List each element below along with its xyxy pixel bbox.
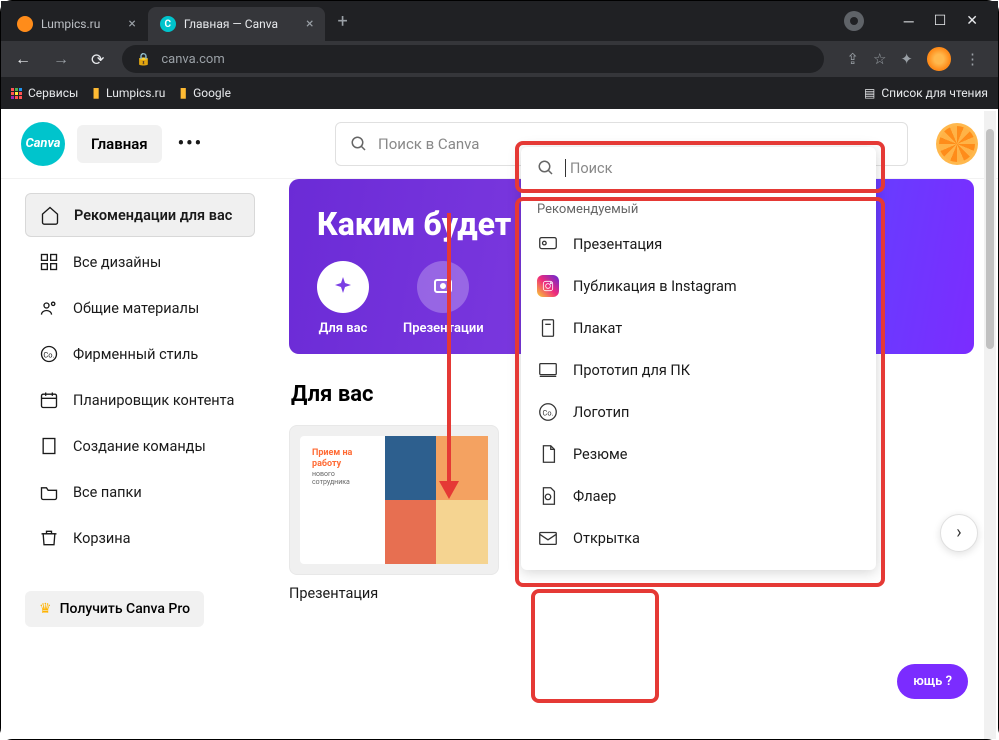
chart-icon — [537, 569, 559, 570]
folder-icon: ▮ — [179, 85, 187, 101]
folder-icon — [39, 482, 59, 502]
reading-list[interactable]: ▤ Список для чтения — [864, 86, 988, 100]
lock-icon: 🔒 — [136, 52, 151, 66]
card-label: Презентация — [289, 585, 499, 602]
result-presentation[interactable]: Презентация — [521, 223, 876, 265]
search-results[interactable]: Рекомендуемый Презентация Публикация в I… — [521, 190, 876, 570]
favicon-canva: C — [160, 16, 176, 32]
maximize-button[interactable]: ☐ — [934, 13, 947, 29]
url-input[interactable]: 🔒 canva.com — [122, 45, 824, 73]
minimize-button[interactable]: ─ — [904, 13, 914, 30]
result-poster[interactable]: Плакат — [521, 307, 876, 349]
svg-text:Co.: Co. — [43, 350, 54, 359]
poster-icon — [537, 317, 559, 339]
flyer-icon — [537, 485, 559, 507]
search-icon — [350, 135, 368, 153]
sidebar-team[interactable]: Создание команды — [25, 425, 255, 467]
search-dropdown-input[interactable]: Поиск — [521, 147, 876, 190]
window-controls: ─ ☐ ✕ — [828, 11, 994, 31]
sidebar-trash[interactable]: Корзина — [25, 517, 255, 559]
browser-chrome: Lumpics.ru × C Главная — Canva × + ─ ☐ ✕… — [1, 1, 998, 109]
tab-title: Главная — Canva — [184, 17, 278, 31]
search-placeholder: Поиск — [570, 160, 612, 177]
result-prototype[interactable]: Прототип для ПК — [521, 349, 876, 391]
sidebar-planner[interactable]: Планировщик контента — [25, 379, 255, 421]
grid-icon — [39, 252, 59, 272]
calendar-icon — [39, 390, 59, 410]
menu-icon[interactable]: ⋮ — [965, 50, 980, 68]
hero-tab-presentations[interactable]: Презентации — [403, 261, 484, 336]
logo-icon: Co. — [537, 401, 559, 423]
toolbar-icons: ⇪ ☆ ✦ ⋮ — [838, 47, 988, 71]
bookmarks-bar: Сервисы ▮Lumpics.ru ▮Google ▤ Список для… — [1, 77, 998, 109]
list-icon: ▤ — [864, 86, 875, 100]
home-icon — [40, 205, 60, 225]
card-thumbnail: Прием наработуновогосотрудника — [289, 425, 499, 575]
sidebar-shared[interactable]: Общие материалы — [25, 287, 255, 329]
more-button[interactable]: ••• — [178, 133, 203, 154]
bookmark-google[interactable]: ▮Google — [179, 85, 231, 101]
result-logo[interactable]: Co.Логотип — [521, 391, 876, 433]
shield-icon[interactable] — [844, 11, 864, 31]
tab-strip: Lumpics.ru × C Главная — Canva × + ─ ☐ ✕ — [1, 1, 998, 41]
result-infographic[interactable]: Инфографика — [521, 559, 876, 570]
sidebar: Рекомендации для вас Все дизайны Общие м… — [1, 179, 271, 739]
home-button[interactable]: Главная — [77, 125, 162, 163]
carousel-next-button[interactable]: › — [940, 514, 978, 552]
hero-tab-for-you[interactable]: Для вас — [317, 261, 369, 336]
tab-lumpics[interactable]: Lumpics.ru × — [5, 7, 148, 41]
envelope-icon — [537, 527, 559, 549]
profile-avatar[interactable] — [927, 47, 951, 71]
text-cursor — [565, 159, 566, 177]
folder-icon: ▮ — [92, 85, 100, 101]
presentation-icon — [417, 261, 469, 313]
bookmark-services[interactable]: Сервисы — [11, 86, 78, 100]
results-heading: Рекомендуемый — [521, 190, 876, 223]
user-avatar[interactable] — [936, 123, 978, 165]
building-icon — [39, 436, 59, 456]
get-pro-button[interactable]: ♛Получить Canva Pro — [25, 591, 204, 627]
tab-title: Lumpics.ru — [41, 17, 100, 31]
people-icon — [39, 298, 59, 318]
search-icon — [537, 159, 555, 177]
favicon-lumpics — [17, 16, 33, 32]
search-placeholder: Поиск в Canva — [378, 135, 479, 153]
sparkle-icon — [317, 261, 369, 313]
brand-icon: Co. — [39, 344, 59, 364]
presentation-icon — [537, 233, 559, 255]
new-tab-button[interactable]: + — [333, 7, 351, 36]
instagram-icon — [537, 275, 559, 297]
help-button[interactable]: ющь ? — [897, 664, 968, 699]
sidebar-brand[interactable]: Co.Фирменный стиль — [25, 333, 255, 375]
search-dropdown: Поиск Рекомендуемый Презентация Публикац… — [521, 147, 876, 570]
apps-icon — [11, 88, 22, 99]
bookmark-lumpics[interactable]: ▮Lumpics.ru — [92, 85, 165, 101]
back-button[interactable]: ← — [11, 47, 35, 71]
trash-icon — [39, 528, 59, 548]
close-icon[interactable]: × — [128, 16, 135, 32]
reload-button[interactable]: ⟳ — [87, 48, 108, 71]
result-resume[interactable]: Резюме — [521, 433, 876, 475]
address-bar: ← → ⟳ 🔒 canva.com ⇪ ☆ ✦ ⋮ — [1, 41, 998, 77]
svg-text:Co.: Co. — [543, 409, 554, 418]
sidebar-folders[interactable]: Все папки — [25, 471, 255, 513]
tab-canva[interactable]: C Главная — Canva × — [148, 7, 326, 41]
extensions-icon[interactable]: ✦ — [900, 50, 913, 68]
close-icon[interactable]: × — [306, 16, 313, 32]
forward-button[interactable]: → — [49, 47, 73, 71]
close-window-button[interactable]: ✕ — [966, 13, 978, 29]
result-postcard[interactable]: Открытка — [521, 517, 876, 559]
result-instagram[interactable]: Публикация в Instagram — [521, 265, 876, 307]
canva-logo[interactable]: Canva — [21, 122, 65, 166]
monitor-icon — [537, 359, 559, 381]
result-flyer[interactable]: Флаер — [521, 475, 876, 517]
share-icon[interactable]: ⇪ — [846, 50, 859, 68]
sidebar-recommendations[interactable]: Рекомендации для вас — [25, 193, 255, 237]
sidebar-all-designs[interactable]: Все дизайны — [25, 241, 255, 283]
url-text: canva.com — [161, 52, 224, 67]
star-icon[interactable]: ☆ — [873, 50, 886, 68]
document-icon — [537, 443, 559, 465]
card-presentation[interactable]: Прием наработуновогосотрудника Презентац… — [289, 425, 499, 602]
crown-icon: ♛ — [39, 601, 52, 617]
